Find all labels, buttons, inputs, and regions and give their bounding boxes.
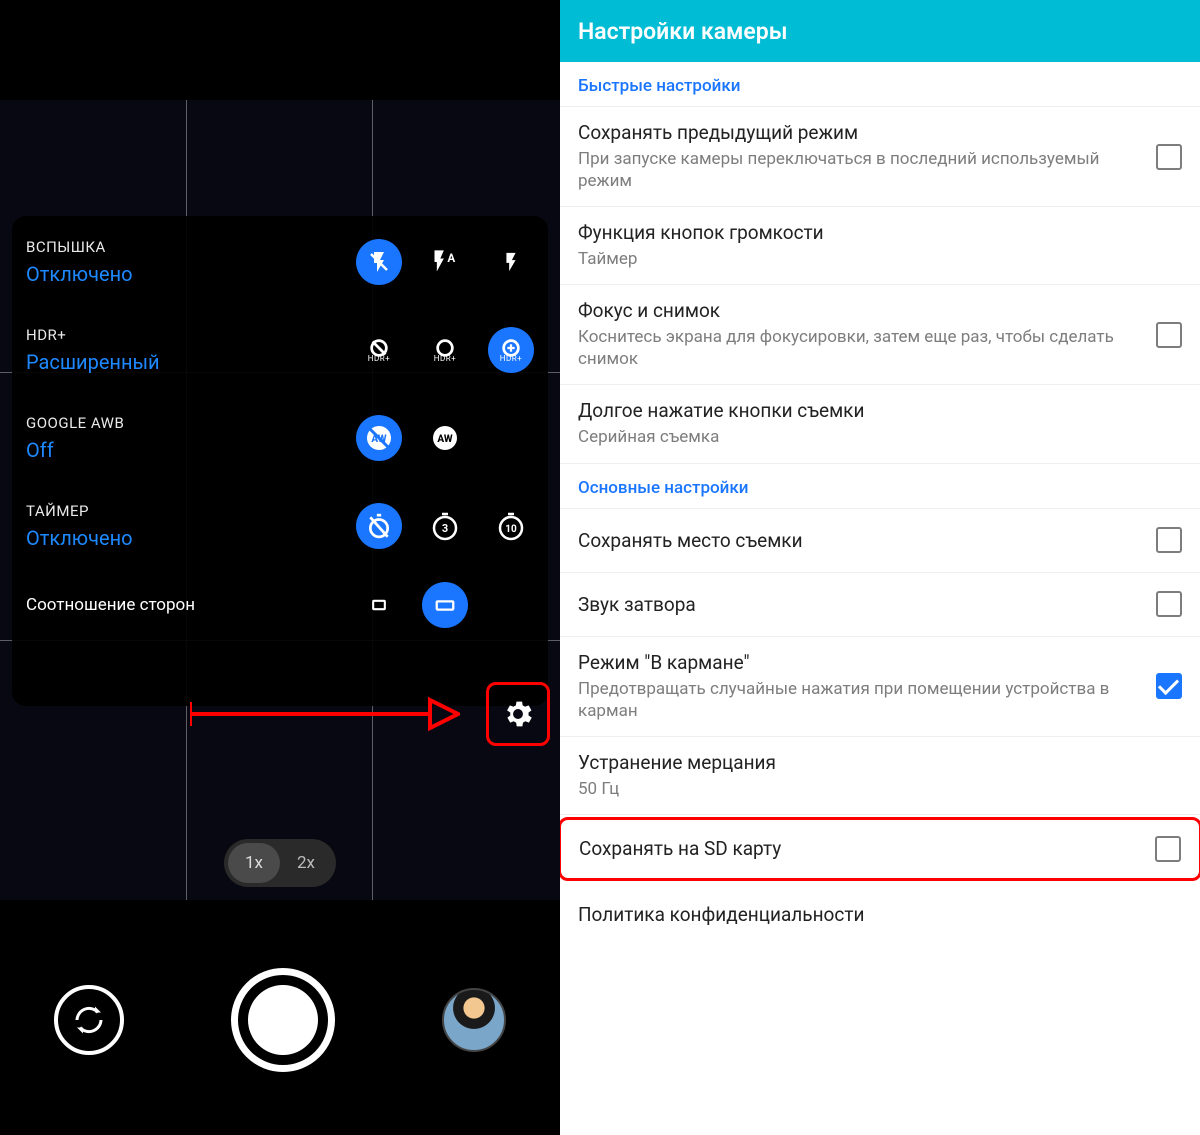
setting-save-to-sd[interactable]: Сохранять на SD карту — [560, 817, 1200, 881]
checkbox[interactable] — [1156, 673, 1182, 699]
svg-text:3: 3 — [442, 522, 448, 535]
hdr-label: HDR+ — [26, 326, 356, 344]
aspect-ratio-label: Соотношение сторон — [26, 595, 195, 615]
setting-save-location[interactable]: Сохранять место съемки — [560, 509, 1200, 573]
zoom-1x[interactable]: 1x — [228, 843, 280, 883]
flash-off-icon[interactable] — [356, 239, 402, 285]
settings-button[interactable] — [486, 682, 550, 746]
checkbox[interactable] — [1156, 144, 1182, 170]
quick-settings-panel: ВСПЫШКА Отключено A HDR+ Расширенный — [12, 216, 548, 706]
setting-volume-keys[interactable]: Функция кнопок громкостиТаймер — [560, 207, 1200, 285]
timer-3s-icon[interactable]: 3 — [422, 503, 468, 549]
awb-off-icon[interactable]: AW — [356, 415, 402, 461]
setting-remember-mode[interactable]: Сохранять предыдущий режимПри запуске ка… — [560, 107, 1200, 207]
timer-row: ТАЙМЕР Отключено 3 10 — [26, 494, 534, 558]
setting-shutter-sound[interactable]: Звук затвора — [560, 573, 1200, 637]
hdr-on-icon[interactable]: HDR+ — [422, 327, 468, 373]
camera-viewfinder-screen: ВСПЫШКА Отключено A HDR+ Расширенный — [0, 0, 560, 1135]
checkbox[interactable] — [1156, 527, 1182, 553]
hdr-value: Расширенный — [26, 350, 356, 374]
svg-text:10: 10 — [505, 524, 517, 535]
setting-anti-flicker[interactable]: Устранение мерцания50 Гц — [560, 737, 1200, 815]
flash-label: ВСПЫШКА — [26, 238, 356, 256]
shutter-inner — [248, 985, 318, 1055]
aspect-ratio-row: Соотношение сторон — [26, 582, 534, 638]
hdr-enhanced-icon[interactable]: HDR+ — [488, 327, 534, 373]
gear-icon — [501, 697, 535, 731]
settings-header: Настройки камеры — [560, 0, 1200, 62]
section-main-settings: Основные настройки — [560, 464, 1200, 509]
svg-text:A: A — [447, 251, 455, 265]
flash-row: ВСПЫШКА Отключено A — [26, 230, 534, 294]
flash-value: Отключено — [26, 262, 356, 286]
timer-label: ТАЙМЕР — [26, 502, 356, 520]
flash-auto-icon[interactable]: A — [422, 239, 468, 285]
zoom-2x[interactable]: 2x — [280, 843, 332, 883]
switch-camera-button[interactable] — [54, 985, 124, 1055]
timer-value: Отключено — [26, 526, 356, 550]
aspect-16-9-icon[interactable] — [422, 582, 468, 628]
checkbox[interactable] — [1156, 322, 1182, 348]
switch-camera-icon — [71, 1002, 107, 1038]
section-quick-settings: Быстрые настройки — [560, 62, 1200, 107]
checkbox[interactable] — [1155, 836, 1181, 862]
timer-off-icon[interactable] — [356, 503, 402, 549]
shutter-button[interactable] — [231, 968, 335, 1072]
gallery-thumbnail[interactable] — [442, 988, 506, 1052]
setting-focus-shot[interactable]: Фокус и снимокКоснитесь экрана для фокус… — [560, 285, 1200, 385]
aspect-4-3-icon[interactable] — [356, 582, 402, 628]
annotation-arrow — [190, 694, 460, 734]
zoom-toggle[interactable]: 1x 2x — [224, 839, 336, 887]
setting-long-press-shutter[interactable]: Долгое нажатие кнопки съемкиСерийная съе… — [560, 385, 1200, 463]
setting-privacy-policy[interactable]: Политика конфиденциальности — [560, 883, 1200, 947]
awb-on-icon[interactable]: AW — [422, 415, 468, 461]
hdr-row: HDR+ Расширенный HDR+ HDR+ HDR+ — [26, 318, 534, 382]
camera-bottom-bar — [0, 945, 560, 1095]
camera-settings-screen: Настройки камеры Быстрые настройки Сохра… — [560, 0, 1200, 1135]
awb-label: GOOGLE AWB — [26, 414, 356, 432]
hdr-off-icon[interactable]: HDR+ — [356, 327, 402, 373]
awb-value: Off — [26, 438, 356, 462]
flash-on-icon[interactable] — [488, 239, 534, 285]
svg-text:AW: AW — [437, 434, 453, 445]
checkbox[interactable] — [1156, 591, 1182, 617]
awb-row: GOOGLE AWB Off AW AW — [26, 406, 534, 470]
setting-pocket-mode[interactable]: Режим "В кармане"Предотвращать случайные… — [560, 637, 1200, 737]
timer-10s-icon[interactable]: 10 — [488, 503, 534, 549]
